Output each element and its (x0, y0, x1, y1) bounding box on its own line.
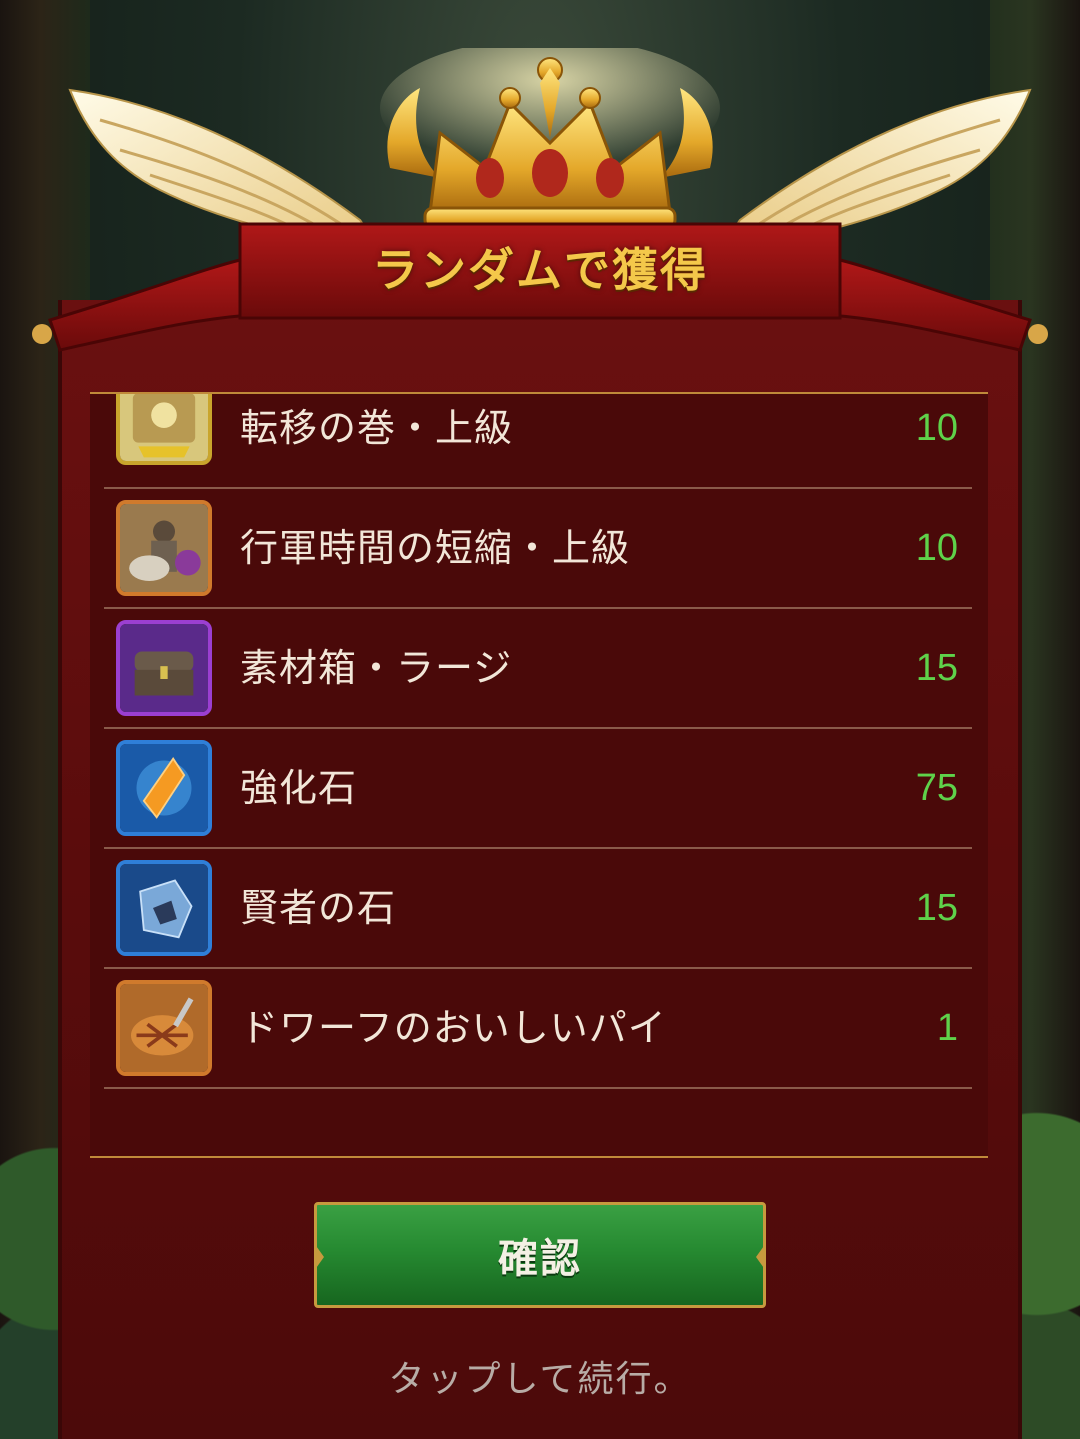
list-item: 強化石 75 (104, 729, 972, 849)
reward-list[interactable]: 転移の巻・上級 10 行軍時間の短縮・上級 10 素材箱・ラージ 15 強化石 … (90, 392, 988, 1158)
confirm-button[interactable]: 確認 (314, 1202, 766, 1308)
orange-crystal-icon (116, 740, 212, 836)
teleport-scroll-icon (116, 394, 212, 465)
game-scene: ランダムで獲得 転移の巻・上級 10 行軍時間の短縮・上級 10 素材箱・ラージ… (0, 0, 1080, 1439)
item-name: 素材箱・ラージ (240, 646, 513, 690)
tap-to-continue-text[interactable]: タップして続行。 (0, 1350, 1080, 1402)
treasure-chest-icon (116, 620, 212, 716)
item-quantity: 10 (915, 407, 958, 449)
list-item: 行軍時間の短縮・上級 10 (104, 489, 972, 609)
item-quantity: 75 (915, 767, 958, 809)
knight-cavalry-icon (116, 500, 212, 596)
list-item: 素材箱・ラージ 15 (104, 609, 972, 729)
item-quantity: 15 (915, 647, 958, 689)
item-quantity: 15 (915, 887, 958, 929)
blue-stone-icon (116, 860, 212, 956)
pie-icon (116, 980, 212, 1076)
popup-title: ランダムで獲得 (372, 243, 708, 297)
item-name: 賢者の石 (240, 886, 397, 930)
item-quantity: 10 (915, 527, 958, 569)
list-item: 賢者の石 15 (104, 849, 972, 969)
item-name: ドワーフのおいしいパイ (240, 1006, 667, 1050)
item-name: 行軍時間の短縮・上級 (240, 526, 631, 570)
item-name: 転移の巻・上級 (240, 406, 514, 450)
list-item: 転移の巻・上級 10 (104, 394, 972, 489)
list-item: ドワーフのおいしいパイ 1 (104, 969, 972, 1089)
item-name: 強化石 (240, 766, 358, 810)
item-quantity: 1 (936, 1007, 958, 1049)
